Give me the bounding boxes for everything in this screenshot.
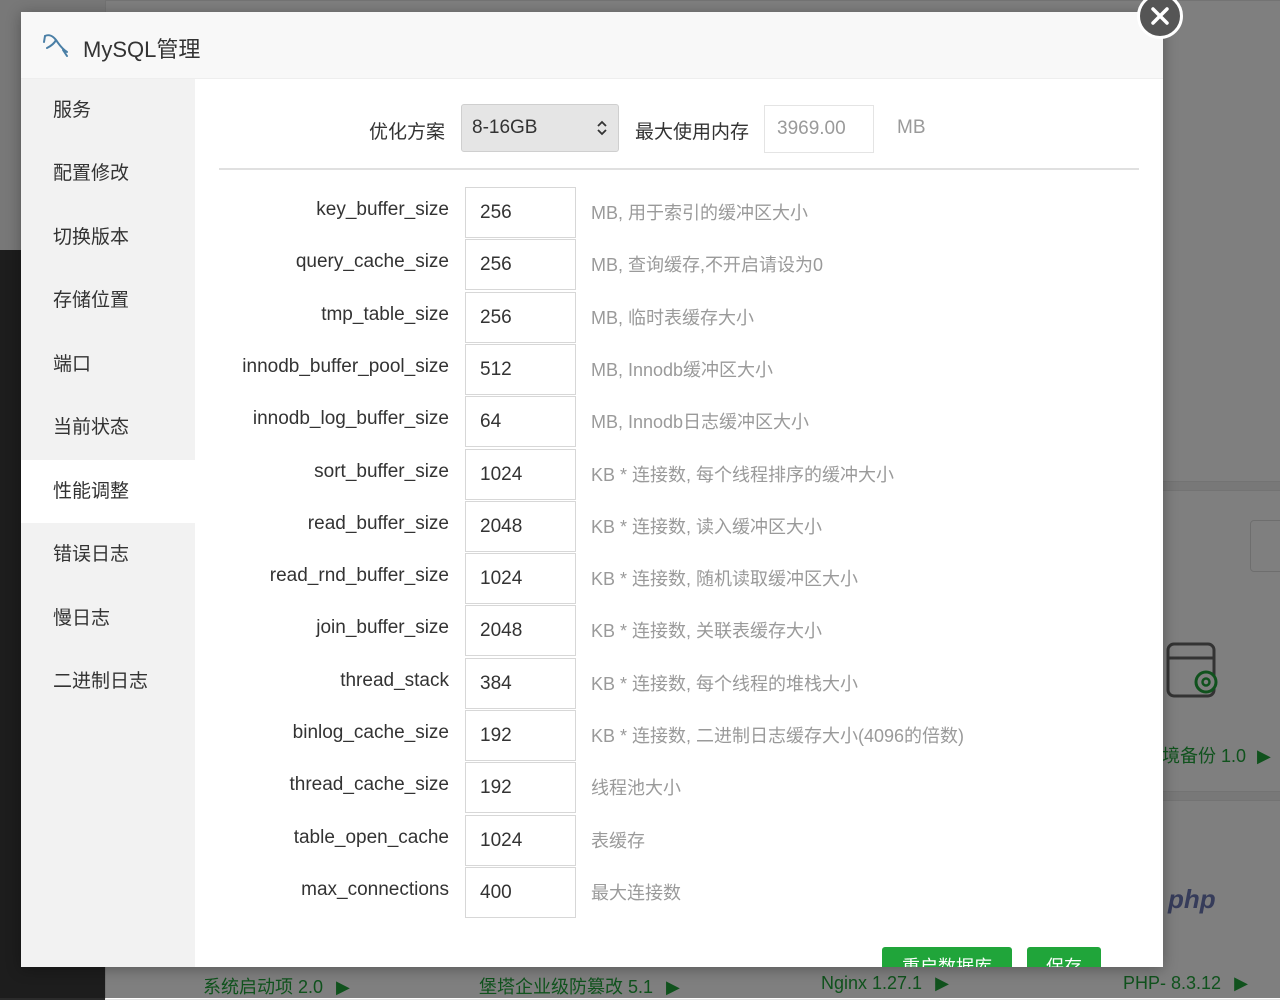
dialog-header: MySQL管理 [21, 12, 1163, 79]
param-row-max-connections: max_connections 400 最大连接数 [195, 866, 1163, 919]
param-desc: 表缓存 [591, 830, 645, 851]
sidebar-item-version[interactable]: 切换版本 [21, 206, 195, 269]
param-desc: KB * 连接数, 随机读取缓冲区大小 [591, 569, 859, 590]
scheme-value: 8-16GB [472, 117, 538, 138]
mysql-manager-dialog: MySQL管理 服务 配置修改 切换版本 存储位置 端口 当前状态 性能调整 错… [21, 12, 1163, 967]
param-name: join_buffer_size [316, 617, 449, 639]
param-desc: MB, Innodb日志缓冲区大小 [591, 412, 810, 433]
param-name: innodb_log_buffer_size [252, 408, 449, 430]
param-row-query-cache-size: query_cache_size 256 MB, 查询缓存,不开启请设为0 [195, 239, 1163, 291]
param-name: tmp_table_size [321, 303, 449, 325]
param-name: max_connections [301, 878, 449, 900]
param-row-thread-cache-size: thread_cache_size 192 线程池大小 [195, 762, 1163, 814]
max-mem-input[interactable]: 3969.00 [764, 105, 874, 153]
param-name: binlog_cache_size [292, 722, 449, 743]
sidebar-item-service[interactable]: 服务 [21, 79, 195, 142]
max-mem-label: 最大使用内存 [635, 122, 750, 143]
param-input[interactable]: 512 [465, 343, 576, 395]
param-input[interactable]: 1024 [465, 553, 576, 605]
dolphin-icon [43, 34, 68, 57]
sidebar-item-port[interactable]: 端口 [21, 333, 195, 396]
param-input[interactable]: 256 [465, 239, 576, 291]
optimization-row: 优化方案 8-16GB 最大使用内存 3969.00 MB [195, 79, 1163, 179]
sidebar-item-binlog[interactable]: 二进制日志 [21, 650, 195, 713]
select-arrows-icon [597, 120, 607, 136]
param-input[interactable]: 1024 [465, 448, 576, 500]
scheme-label: 优化方案 [368, 122, 445, 143]
scheme-select[interactable]: 8-16GB [461, 104, 619, 152]
max-mem-unit: MB [897, 117, 926, 138]
param-row-read-rnd-buffer-size: read_rnd_buffer_size 1024 KB * 连接数, 随机读取缓冲… [195, 553, 1163, 605]
param-row-table-open-cache: table_open_cache 1024 表缓存 [195, 814, 1163, 867]
param-input[interactable]: 256 [465, 187, 576, 238]
param-name: thread_cache_size [289, 774, 450, 796]
param-name: thread_stack [340, 669, 449, 691]
sidebar-item-slow-log[interactable]: 慢日志 [21, 587, 195, 650]
param-desc: MB, 临时表缓存大小 [591, 307, 755, 328]
param-input[interactable]: 2048 [465, 500, 576, 552]
param-desc: 线程池大小 [591, 778, 681, 799]
param-name: read_rnd_buffer_size [269, 565, 449, 587]
param-name: key_buffer_size [316, 199, 449, 220]
sidebar: 服务 配置修改 切换版本 存储位置 端口 当前状态 性能调整 错误日志 慢日志 … [21, 79, 195, 967]
param-desc: MB, 查询缓存,不开启请设为0 [591, 255, 824, 276]
sidebar-item-error-log[interactable]: 错误日志 [21, 523, 195, 586]
param-row-sort-buffer-size: sort_buffer_size 1024 KB * 连接数, 每个线程排序的缓冲大… [195, 448, 1163, 501]
param-input[interactable]: 400 [465, 866, 576, 918]
param-input[interactable]: 64 [465, 396, 576, 448]
param-input[interactable]: 384 [465, 657, 576, 709]
param-desc: KB * 连接数, 二进制日志缓存大小(4096的倍数) [591, 726, 965, 746]
param-row-innodb-buffer-pool-size: innodb_buffer_pool_size 512 MB, Innodb缓冲区大… [195, 343, 1163, 396]
param-name: table_open_cache [293, 826, 449, 848]
param-desc: KB * 连接数, 读入缓冲区大小 [591, 516, 823, 537]
param-input[interactable]: 256 [465, 291, 576, 343]
param-row-binlog-cache-size: binlog_cache_size 192 KB * 连接数, 二进制日志缓存大小(… [195, 710, 1163, 762]
param-name: sort_buffer_size [314, 460, 449, 482]
dialog-title: MySQL管理 [83, 37, 201, 62]
param-input[interactable]: 192 [465, 710, 576, 761]
param-desc: 最大连接数 [591, 882, 681, 903]
param-desc: KB * 连接数, 每个线程的堆栈大小 [591, 673, 859, 694]
close-icon [1151, 7, 1169, 25]
param-name: read_buffer_size [307, 512, 449, 534]
param-name: innodb_buffer_pool_size [242, 355, 449, 377]
param-input[interactable]: 1024 [465, 814, 576, 866]
param-desc: KB * 连接数, 关联表缓存大小 [591, 621, 823, 642]
divider [219, 168, 1139, 170]
sidebar-item-performance[interactable]: 性能调整 [21, 460, 195, 523]
param-input[interactable]: 2048 [465, 605, 576, 657]
param-desc: KB * 连接数, 每个线程排序的缓冲大小 [591, 464, 895, 485]
param-row-innodb-log-buffer-size: innodb_log_buffer_size 64 MB, Innodb日志缓冲区大… [195, 396, 1163, 448]
param-name: query_cache_size [295, 251, 449, 273]
sidebar-item-status[interactable]: 当前状态 [21, 396, 195, 459]
restart-db-button[interactable]: 重启数据库 [882, 947, 1012, 967]
param-row-join-buffer-size: join_buffer_size 2048 KB * 连接数, 关联表缓存大小 [195, 605, 1163, 657]
param-input[interactable]: 192 [465, 762, 576, 814]
param-row-thread-stack: thread_stack 384 KB * 连接数, 每个线程的堆栈大小 [195, 657, 1163, 710]
sidebar-item-config[interactable]: 配置修改 [21, 142, 195, 205]
performance-panel: 优化方案 8-16GB 最大使用内存 3969.00 MB key_buffer… [195, 79, 1163, 967]
param-desc: MB, 用于索引的缓冲区大小 [591, 203, 809, 223]
param-row-tmp-table-size: tmp_table_size 256 MB, 临时表缓存大小 [195, 291, 1163, 344]
save-button[interactable]: 保存 [1027, 947, 1101, 967]
param-row-read-buffer-size: read_buffer_size 2048 KB * 连接数, 读入缓冲区大小 [195, 500, 1163, 553]
param-desc: MB, Innodb缓冲区大小 [591, 359, 774, 380]
param-row-key-buffer-size: key_buffer_size 256 MB, 用于索引的缓冲区大小 [195, 187, 1163, 239]
sidebar-item-storage[interactable]: 存储位置 [21, 269, 195, 332]
